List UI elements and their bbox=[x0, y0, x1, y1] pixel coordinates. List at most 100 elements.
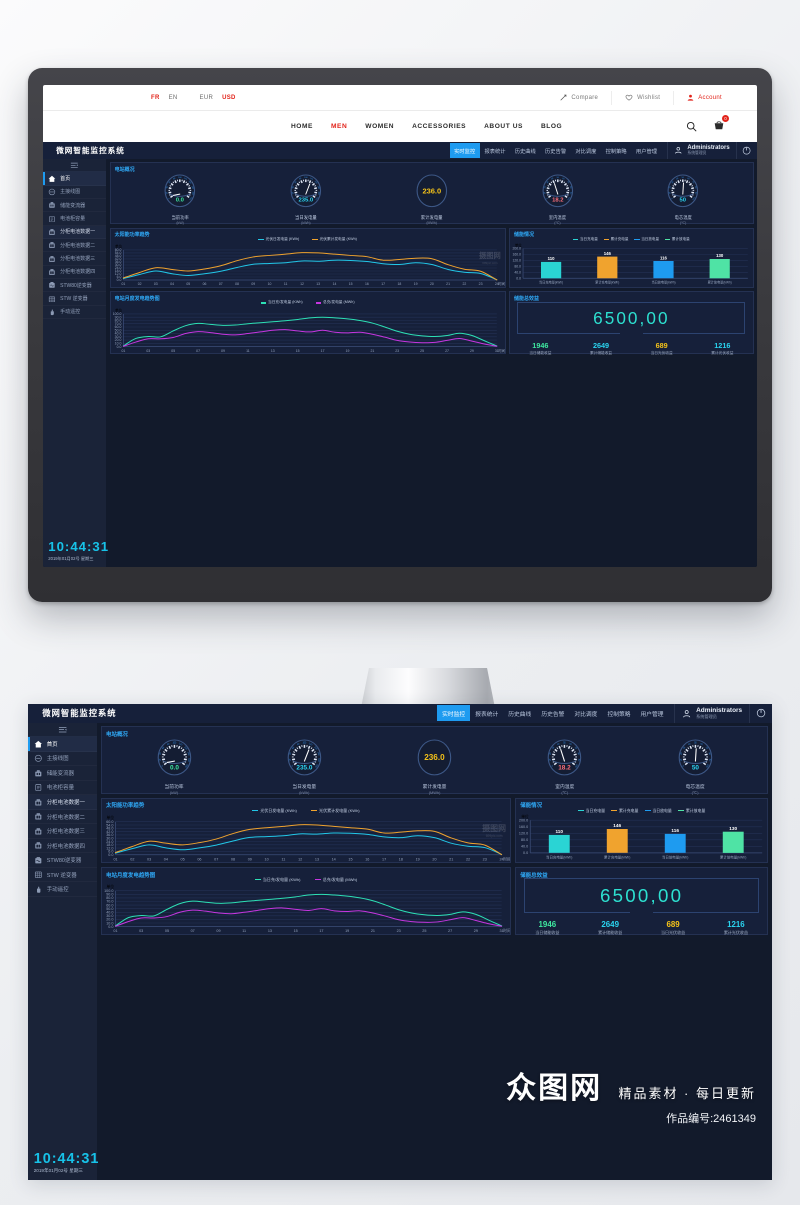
sidebar-item-5[interactable]: 分柜电池数据二 bbox=[28, 810, 97, 825]
menu-about-us[interactable]: ABOUT US bbox=[484, 123, 523, 130]
user-menu[interactable]: Administrators 系统管理员 bbox=[674, 704, 748, 723]
sidebar-item-8[interactable]: STW80逆变器 bbox=[28, 853, 97, 868]
power-button[interactable] bbox=[748, 704, 772, 723]
gauge-1[interactable]: 0 20 40 60 80 100 120 140 160 180 200 235.0 当日发电量 … bbox=[285, 738, 324, 795]
svg-text:01: 01 bbox=[121, 282, 125, 286]
sidebar-toggle[interactable] bbox=[28, 723, 98, 738]
sidebar-item-6[interactable]: 分柜电池数据三 bbox=[28, 824, 97, 839]
menu-men[interactable]: MEN bbox=[331, 123, 347, 130]
nav-item-0[interactable]: 实时监控 bbox=[437, 705, 471, 722]
legend-swatch bbox=[611, 809, 618, 812]
svg-text:02: 02 bbox=[130, 858, 134, 862]
menu-home[interactable]: HOME bbox=[291, 123, 313, 130]
user-menu[interactable]: Administrators 系统管理员 bbox=[666, 142, 736, 160]
sidebar-item-9[interactable]: STW 逆变器 bbox=[28, 868, 97, 883]
sidebar: 首页 主接线图 储能变流器 电池柜容量 分柜电池数据一 分柜电池数据二 分柜电池… bbox=[43, 159, 108, 567]
nav-item-0[interactable]: 实时监控 bbox=[449, 143, 480, 158]
nav-item-2[interactable]: 历史曲线 bbox=[503, 705, 536, 721]
nav-item-6[interactable]: 用户管理 bbox=[635, 705, 668, 721]
solar-trend-chart: 0.0 6.0 12.0 18.0 24.0 30.0 36.0 42.0 48.0 54.0 60… bbox=[111, 241, 505, 292]
lang-en[interactable]: EN bbox=[169, 95, 178, 101]
nav-item-5[interactable]: 控制策略 bbox=[602, 705, 635, 721]
svg-text:22: 22 bbox=[462, 282, 466, 286]
benefit-kpi-2: 689 当日光伏收益 bbox=[631, 341, 692, 356]
cart-button[interactable]: 0 bbox=[713, 114, 729, 136]
legend-swatch bbox=[678, 809, 685, 812]
gauge-4[interactable]: 0 10 20 30 40 50 60 70 80 90 100 50 电芯温度 (℃) bbox=[665, 173, 701, 225]
power-button[interactable] bbox=[735, 142, 757, 160]
sidebar-item-label: 分柜电池数据四 bbox=[46, 843, 85, 850]
currency-switcher[interactable]: EUR USD bbox=[200, 95, 236, 101]
gauge-3[interactable]: 0 10 20 30 40 50 60 70 80 90 100 18.2 室内温度 (℃) bbox=[540, 173, 576, 225]
sidebar-item-7[interactable]: 分柜电池数据四 bbox=[28, 839, 97, 854]
sidebar-item-0[interactable]: 首页 bbox=[43, 172, 107, 186]
gauge-3[interactable]: 0 10 20 30 40 50 60 70 80 90 100 18.2 室内温度 (℃) bbox=[545, 738, 584, 795]
sidebar-item-2[interactable]: 储能变流器 bbox=[28, 766, 97, 781]
svg-text:12: 12 bbox=[300, 282, 304, 286]
sidebar-item-8[interactable]: STW80逆变器 bbox=[43, 279, 106, 292]
currency-usd[interactable]: USD bbox=[222, 95, 236, 101]
menu-women[interactable]: WOMEN bbox=[365, 123, 394, 130]
clipboard-icon bbox=[49, 215, 55, 222]
nav-item-2[interactable]: 历史曲线 bbox=[510, 143, 540, 158]
sidebar-item-1[interactable]: 主接线图 bbox=[28, 752, 97, 767]
gauge-2[interactable]: 236.0 累计发电量 (MWh) bbox=[415, 738, 454, 795]
svg-text:116: 116 bbox=[671, 828, 679, 833]
line-chart: 0.010.020.030.040.050.060.070.080.090.01… bbox=[112, 307, 505, 352]
menu-collapse-icon bbox=[58, 726, 67, 733]
svg-text:110: 110 bbox=[548, 257, 556, 262]
sidebar-item-label: 电池柜容量 bbox=[60, 215, 86, 222]
svg-text:累计放电量(kWh): 累计放电量(kWh) bbox=[720, 855, 746, 860]
sidebar-item-10[interactable]: 手动遥控 bbox=[43, 306, 106, 319]
sidebar-item-9[interactable]: STW 逆变器 bbox=[43, 292, 106, 305]
wishlist-link[interactable]: Wishlist bbox=[611, 90, 673, 105]
menu-accessories[interactable]: ACCESSORIES bbox=[412, 123, 466, 130]
nav-item-4[interactable]: 对比调度 bbox=[571, 143, 601, 158]
svg-text:05: 05 bbox=[180, 858, 184, 862]
nav-item-3[interactable]: 历史告警 bbox=[536, 705, 569, 721]
sidebar-item-label: 手动遥控 bbox=[60, 309, 81, 316]
sidebar-item-6[interactable]: 分柜电池数据三 bbox=[43, 252, 106, 265]
sidebar-item-5[interactable]: 分柜电池数据二 bbox=[43, 239, 106, 252]
sidebar-item-10[interactable]: 手动遥控 bbox=[28, 882, 97, 897]
nav-item-1[interactable]: 报表统计 bbox=[470, 705, 503, 721]
battery-cabinet-icon bbox=[34, 812, 43, 821]
converter-icon bbox=[48, 201, 56, 209]
sidebar-item-3[interactable]: 电池柜容量 bbox=[28, 781, 97, 796]
sidebar-item-0[interactable]: 首页 bbox=[28, 737, 98, 752]
gauge-4[interactable]: 0 10 20 30 40 50 60 70 80 90 100 50 电芯温度 (℃) bbox=[676, 738, 715, 795]
sidebar-item-3[interactable]: 电池柜容量 bbox=[43, 212, 106, 225]
nav-item-4[interactable]: 对比调度 bbox=[569, 705, 602, 721]
sidebar-item-label: 分柜电池数据三 bbox=[60, 255, 96, 262]
svg-text:0.0: 0.0 bbox=[170, 764, 179, 771]
nav-item-6[interactable]: 用户管理 bbox=[631, 143, 661, 158]
currency-eur[interactable]: EUR bbox=[200, 95, 214, 101]
sidebar-item-7[interactable]: 分柜电池数据四 bbox=[43, 266, 106, 279]
user-icon bbox=[687, 94, 694, 101]
sidebar-item-2[interactable]: 储能变流器 bbox=[43, 199, 106, 212]
hand-icon bbox=[34, 885, 43, 894]
sidebar-item-1[interactable]: 主接线图 bbox=[43, 186, 106, 199]
gauge-0[interactable]: 0 20 40 60 80 100 120 140 160 180 200 0.0 当前功率 (kW… bbox=[162, 173, 198, 225]
compare-link[interactable]: Compare bbox=[547, 91, 611, 105]
nav-item-3[interactable]: 历史告警 bbox=[540, 143, 570, 158]
overview-title: 电站概况 bbox=[106, 732, 128, 739]
sidebar-item-4[interactable]: 分柜电池数据一 bbox=[43, 225, 107, 239]
nav-item-5[interactable]: 控制策略 bbox=[601, 143, 631, 158]
language-switcher[interactable]: FR EN bbox=[151, 95, 178, 101]
dashboard-content: 电站概况 0 20 40 60 80 100 120 140 160 180 200 0.0 当前功… bbox=[97, 723, 772, 1180]
lang-fr[interactable]: FR bbox=[151, 95, 160, 101]
gauge-1[interactable]: 0 20 40 60 80 100 120 140 160 180 200 235.0 当日发电量 … bbox=[288, 173, 324, 225]
search-icon[interactable] bbox=[686, 121, 697, 132]
nav-item-1[interactable]: 报表统计 bbox=[480, 143, 510, 158]
sidebar-item-4[interactable]: 分柜电池数据一 bbox=[28, 795, 98, 810]
menu-blog[interactable]: BLOG bbox=[541, 123, 562, 130]
sidebar-toggle[interactable] bbox=[43, 159, 107, 173]
gauge-2[interactable]: 236.0 累计发电量 (MWh) bbox=[414, 173, 450, 225]
svg-text:20: 20 bbox=[432, 858, 436, 862]
account-link[interactable]: Account bbox=[673, 90, 735, 105]
dashboard-row-2: 太阳能功率趋势 光伏日发电量 (KWh) 光伏累计发电量 (KWh) 0.0 6.… bbox=[109, 227, 754, 288]
gauge-unit: (℃) bbox=[554, 221, 561, 226]
svg-text:40.0: 40.0 bbox=[514, 271, 521, 275]
gauge-0[interactable]: 0 20 40 60 80 100 120 140 160 180 200 0.0 当前功率 (kW… bbox=[155, 738, 194, 795]
